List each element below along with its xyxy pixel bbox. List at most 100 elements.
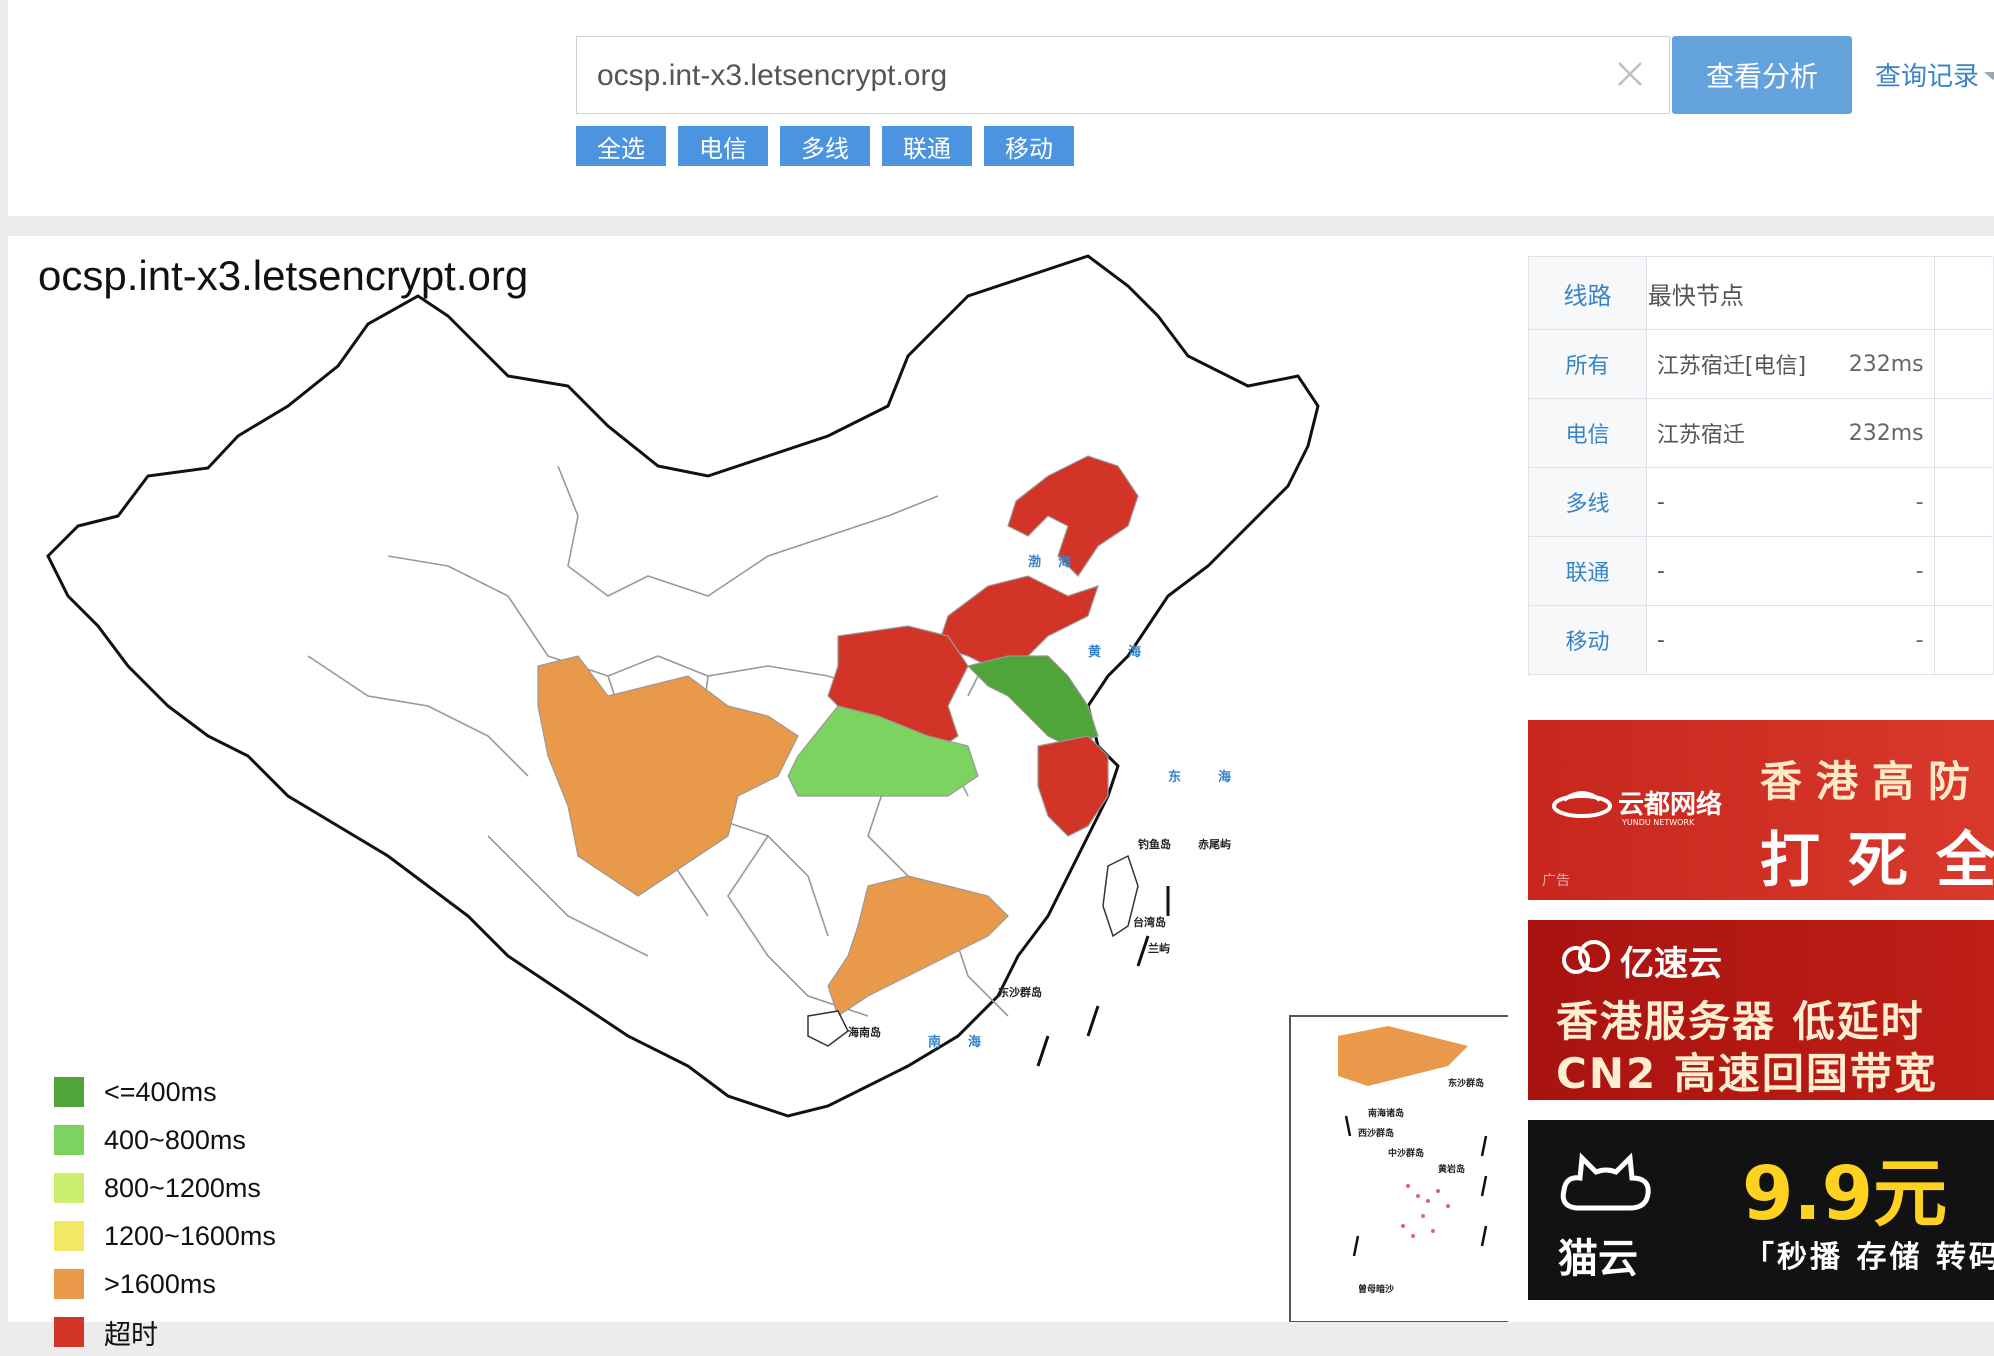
inset-label: 南海诸岛 [1368, 1107, 1404, 1119]
table-cell [1933, 398, 1994, 468]
island-label: 台湾岛 [1133, 915, 1166, 929]
filter-multiline-button[interactable]: 多线 [780, 126, 870, 166]
legend-item: 400~800ms [54, 1116, 276, 1164]
ad-brand: 猫云 [1558, 1236, 1638, 1282]
line-cell[interactable]: 联通 [1528, 536, 1647, 606]
search-panel: 查看分析 查询记录 全选 电信 多线 联通 移动 [8, 0, 1994, 216]
table-cell [1933, 605, 1994, 675]
table-cell [1933, 467, 1994, 537]
fastest-node-table: 线路 最快节点 所有 江苏宿迁[电信] 232ms 电信 江苏宿迁 232ms 多线… [1528, 256, 1994, 675]
line-cell[interactable]: 所有 [1528, 329, 1647, 399]
island-label: 兰屿 [1148, 941, 1170, 955]
line-cell[interactable]: 电信 [1528, 398, 1647, 468]
node-cell: -- [1645, 467, 1935, 537]
island-label: 海南岛 [848, 1025, 881, 1039]
inset-label: 黄岩岛 [1438, 1163, 1465, 1175]
ad-tagline: 「秒播 存储 转码 [1744, 1240, 1994, 1275]
legend-item: 1200~1600ms [54, 1212, 276, 1260]
node-latency: - [1915, 489, 1924, 515]
node-latency: - [1915, 627, 1924, 653]
node-latency: 232ms [1848, 420, 1924, 446]
table-header-row: 线路 最快节点 [1528, 256, 1994, 330]
filter-all-button[interactable]: 全选 [576, 126, 666, 166]
clear-icon[interactable] [1613, 57, 1647, 91]
analyze-button[interactable]: 查看分析 [1672, 36, 1852, 114]
line-cell[interactable]: 多线 [1528, 467, 1647, 537]
table-row: 电信 江苏宿迁 232ms [1528, 398, 1994, 468]
node-name: - [1656, 627, 1665, 653]
legend-label: >1600ms [104, 1268, 216, 1299]
search-input[interactable] [577, 37, 1599, 115]
line-cell[interactable]: 移动 [1528, 605, 1647, 675]
ad-banner-yundu[interactable]: 云都网络 YUNDU NETWORK 香港高防 打死全 广告 [1528, 720, 1994, 900]
island-label: 钓鱼岛 [1138, 837, 1171, 851]
sea-label: 东 [1168, 769, 1181, 785]
yundu-logo-icon [1552, 791, 1612, 818]
legend-item: >1600ms [54, 1260, 276, 1308]
sea-label: 海 [968, 1034, 981, 1050]
node-cell: 江苏宿迁 232ms [1645, 398, 1935, 468]
table-header: 最快节点 [1645, 256, 1935, 330]
table-header: 线路 [1528, 256, 1647, 330]
ad-tag: 广告 [1542, 873, 1570, 889]
ad-line2: CN2 高速回国带宽 [1556, 1049, 1938, 1098]
node-cell: -- [1645, 536, 1935, 606]
legend-label: 1200~1600ms [104, 1220, 276, 1251]
filter-mobile-button[interactable]: 移动 [984, 126, 1074, 166]
ad-banner-yisu[interactable]: 亿速云 香港服务器 低延时 CN2 高速回国带宽 [1528, 920, 1994, 1100]
legend-item: 超时 [54, 1308, 276, 1356]
ad-banner-maoyun[interactable]: 猫云 9.9元 「秒播 存储 转码 [1528, 1120, 1994, 1300]
search-box[interactable] [576, 36, 1670, 115]
filter-unicom-button[interactable]: 联通 [882, 126, 972, 166]
island-label: 东沙群岛 [998, 985, 1042, 999]
island-label: 赤尾屿 [1198, 837, 1231, 851]
ad-headline: 香港高防 [1760, 757, 1985, 806]
table-row: 多线 -- [1528, 467, 1994, 537]
legend-swatch [54, 1173, 84, 1203]
node-name: - [1656, 558, 1665, 584]
node-latency: 232ms [1848, 351, 1924, 377]
node-name: 江苏宿迁[电信] [1656, 354, 1807, 379]
table-header [1933, 256, 1994, 330]
node-name: 江苏宿迁 [1656, 423, 1745, 448]
table-row: 联通 -- [1528, 536, 1994, 606]
ad-brand: 云都网络 [1618, 790, 1723, 820]
sea-label: 渤 [1028, 554, 1041, 570]
history-link[interactable]: 查询记录 [1875, 56, 1979, 93]
ad-brand-sub: YUNDU NETWORK [1622, 818, 1695, 827]
table-row: 移动 -- [1528, 605, 1994, 675]
legend-label: <=400ms [104, 1076, 217, 1107]
node-name: - [1656, 489, 1665, 515]
legend-label: 超时 [104, 1319, 158, 1350]
legend-label: 800~1200ms [104, 1172, 261, 1203]
sea-label: 海 [1128, 644, 1141, 660]
filter-row: 全选 电信 多线 联通 移动 [576, 126, 1074, 166]
legend-swatch [54, 1221, 84, 1251]
table-row: 所有 江苏宿迁[电信] 232ms [1528, 329, 1994, 399]
chevron-down-icon[interactable] [1984, 72, 1994, 80]
legend-swatch [54, 1125, 84, 1155]
legend-item: <=400ms [54, 1068, 276, 1116]
legend-swatch [54, 1269, 84, 1299]
legend-label: 400~800ms [104, 1124, 246, 1155]
table-cell [1933, 329, 1994, 399]
sea-label: 海 [1058, 554, 1071, 570]
cloud-logo-icon [1562, 940, 1610, 974]
sea-label: 南 [928, 1034, 941, 1050]
node-cell: 江苏宿迁[电信] 232ms [1645, 329, 1935, 399]
sea-label: 海 [1218, 769, 1231, 785]
nine-dash-line [1036, 886, 1170, 1067]
cat-cloud-logo-icon [1560, 1152, 1651, 1211]
ad-brand: 亿速云 [1620, 944, 1722, 984]
inset-label: 中沙群岛 [1388, 1147, 1424, 1159]
node-cell: -- [1645, 605, 1935, 675]
south-china-sea-inset: 南海诸岛 西沙群岛 中沙群岛 黄岩岛 东沙群岛 曾母暗沙 [1289, 1015, 1508, 1322]
ad-subline: 打死全 [1760, 826, 1994, 896]
latency-legend: <=400ms 400~800ms 800~1200ms 1200~1600ms… [54, 1068, 276, 1356]
inset-label: 西沙群岛 [1358, 1127, 1394, 1139]
table-cell [1933, 536, 1994, 606]
ad-price: 9.9元 [1742, 1151, 1948, 1237]
filter-telecom-button[interactable]: 电信 [678, 126, 768, 166]
node-latency: - [1915, 558, 1924, 584]
inset-label: 曾母暗沙 [1358, 1283, 1394, 1295]
